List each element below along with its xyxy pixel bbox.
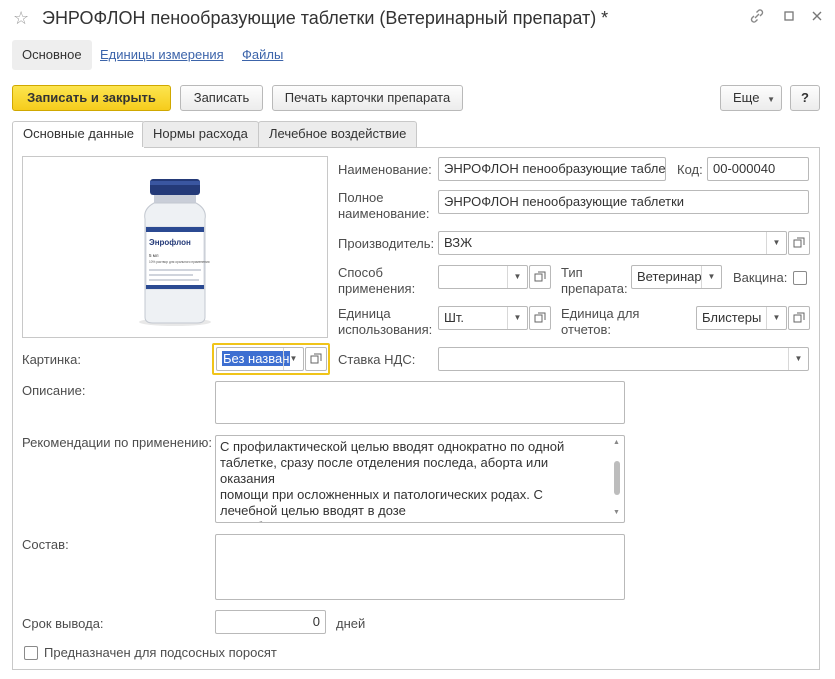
product-bottle-image: Энрофлон 5 мл 10% раствор для орального … xyxy=(139,179,211,326)
print-card-button[interactable]: Печать карточки препарата xyxy=(272,85,463,111)
link-icon[interactable] xyxy=(749,8,765,24)
scroll-up-icon[interactable]: ▲ xyxy=(613,439,620,446)
composition-textarea[interactable] xyxy=(215,534,625,600)
product-desc-text: 10% раствор для орального применения xyxy=(149,260,210,264)
unit-report-label: Единица для отчетов: xyxy=(561,306,640,337)
code-field[interactable]: 00-000040 xyxy=(707,157,809,181)
unit-report-open-button[interactable] xyxy=(788,306,810,330)
type-label: Тип препарата: xyxy=(561,265,628,296)
unit-use-open-button[interactable] xyxy=(529,306,551,330)
section-tab-units[interactable]: Единицы измерения xyxy=(90,40,234,70)
unit-use-value: Шт. xyxy=(444,310,465,325)
type-dropdown-icon[interactable]: ▼ xyxy=(701,266,721,288)
code-label: Код: xyxy=(677,162,703,177)
product-volume-text: 5 мл xyxy=(149,253,159,258)
open-icon xyxy=(310,353,322,364)
tab-consumption-norms[interactable]: Нормы расхода xyxy=(142,121,259,147)
name-field[interactable]: ЭНРОФЛОН пенообразующие табле xyxy=(438,157,666,181)
description-textarea[interactable] xyxy=(215,381,625,424)
picture-label: Картинка: xyxy=(22,352,81,367)
manufacturer-open-button[interactable] xyxy=(788,231,810,255)
vat-label: Ставка НДС: xyxy=(338,352,416,367)
full-name-field[interactable]: ЭНРОФЛОН пенообразующие таблетки xyxy=(438,190,809,214)
method-open-button[interactable] xyxy=(529,265,551,289)
withdrawal-unit: дней xyxy=(336,616,366,631)
vaccine-checkbox[interactable] xyxy=(793,271,807,285)
recommend-scrollbar[interactable]: ▲ ▼ xyxy=(611,437,623,521)
section-tab-files[interactable]: Файлы xyxy=(232,40,293,70)
manufacturer-label: Производитель: xyxy=(338,236,435,251)
product-brand-text: Энрофлон xyxy=(149,238,191,247)
save-and-close-button[interactable]: Записать и закрыть xyxy=(12,85,171,111)
favorite-star-icon[interactable]: ☆ xyxy=(13,8,29,29)
composition-label: Состав: xyxy=(22,537,69,552)
unit-report-select[interactable]: Блистеры ▼ xyxy=(696,306,787,330)
full-name-label: Полное наименование: xyxy=(338,190,430,221)
scroll-down-icon[interactable]: ▼ xyxy=(613,509,620,516)
open-icon xyxy=(534,312,546,323)
recommend-text: С профилактической целью вводят однократ… xyxy=(220,439,587,522)
piglets-label: Предназначен для подсосных поросят xyxy=(44,645,277,660)
type-value: Ветеринар xyxy=(637,269,702,284)
manufacturer-dropdown-icon[interactable]: ▼ xyxy=(766,232,786,254)
save-button[interactable]: Записать xyxy=(180,85,263,111)
description-label: Описание: xyxy=(22,383,86,398)
picture-value: Без назван xyxy=(222,351,291,366)
unit-use-label: Единица использования: xyxy=(338,306,433,337)
picture-select[interactable]: Без назван ▼ xyxy=(216,347,304,371)
product-image-frame: Энрофлон 5 мл 10% раствор для орального … xyxy=(22,156,328,338)
name-label: Наименование: xyxy=(338,162,432,177)
unit-report-dropdown-icon[interactable]: ▼ xyxy=(766,307,786,329)
unit-use-dropdown-icon[interactable]: ▼ xyxy=(507,307,527,329)
withdrawal-label: Срок вывода: xyxy=(22,616,104,631)
manufacturer-value: ВЗЖ xyxy=(444,235,473,250)
more-button-label: Еще xyxy=(733,90,760,105)
recommend-textarea[interactable]: С профилактической целью вводят однократ… xyxy=(215,435,625,523)
open-icon xyxy=(534,271,546,282)
picture-dropdown-icon[interactable]: ▼ xyxy=(283,348,303,370)
picture-open-button[interactable] xyxy=(305,347,327,371)
help-button[interactable]: ? xyxy=(790,85,820,111)
close-icon[interactable] xyxy=(809,8,825,24)
manufacturer-select[interactable]: ВЗЖ ▼ xyxy=(438,231,787,255)
vat-select[interactable]: ▼ xyxy=(438,347,809,371)
recommend-label: Рекомендации по применению: xyxy=(22,435,212,450)
vat-dropdown-icon[interactable]: ▼ xyxy=(788,348,808,370)
maximize-icon[interactable] xyxy=(781,8,797,24)
tab-basic-data[interactable]: Основные данные xyxy=(12,121,146,148)
unit-use-select[interactable]: Шт. ▼ xyxy=(438,306,528,330)
tab-treatment-effect[interactable]: Лечебное воздействие xyxy=(258,121,418,147)
open-icon xyxy=(793,312,805,323)
window-title: ЭНРОФЛОН пенообразующие таблетки (Ветери… xyxy=(42,8,609,28)
more-button[interactable]: Еще ▼ xyxy=(720,85,782,111)
vaccine-label: Вакцина: xyxy=(733,270,788,285)
unit-report-value: Блистеры xyxy=(702,310,762,325)
piglets-checkbox[interactable] xyxy=(24,646,38,660)
type-select[interactable]: Ветеринар ▼ xyxy=(631,265,722,289)
section-tab-main[interactable]: Основное xyxy=(12,40,92,70)
withdrawal-field[interactable]: 0 xyxy=(215,610,326,634)
scroll-thumb[interactable] xyxy=(614,461,620,495)
method-select[interactable]: ▼ xyxy=(438,265,528,289)
method-label: Способ применения: xyxy=(338,265,416,296)
method-dropdown-icon[interactable]: ▼ xyxy=(507,266,527,288)
chevron-down-icon: ▼ xyxy=(767,95,775,104)
open-icon xyxy=(793,237,805,248)
